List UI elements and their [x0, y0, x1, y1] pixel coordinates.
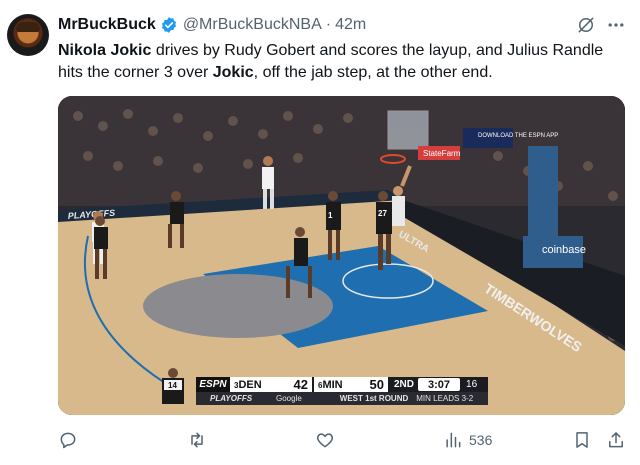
sponsor-label: Google	[276, 394, 302, 403]
tweet-text-bold-2: Jokic	[212, 64, 254, 81]
scorebug-top: ESPN 3DEN 42 6MIN 50 2ND 3:07 16	[196, 377, 488, 392]
views-count: 536	[469, 432, 493, 448]
reply-button[interactable]	[58, 428, 78, 452]
round-label: WEST 1st ROUND	[339, 394, 409, 403]
tweet-header: MrBuckBuck @MrBuckBuckNBA · 42m	[58, 14, 366, 36]
retweet-button[interactable]	[187, 428, 207, 452]
network-logo: ESPN	[196, 377, 230, 392]
share-button[interactable]	[606, 428, 626, 452]
away-team: 3DEN 42	[230, 377, 312, 392]
like-icon	[316, 433, 334, 448]
media-video[interactable]: PLAYOFFS ULTRA TIMBERWOLVES coinbase Sta…	[58, 96, 625, 415]
share-icon	[609, 432, 623, 448]
action-bar: 536	[0, 428, 640, 452]
user-handle[interactable]: @MrBuckBuckNBA	[183, 16, 322, 34]
views-button[interactable]: 536	[443, 428, 492, 452]
jersey-number-27: 27	[378, 209, 387, 218]
bookmark-icon	[576, 432, 588, 448]
away-team-name: 3DEN	[234, 379, 262, 391]
tweet-text: Nikola Jokic drives by Rudy Gobert and s…	[58, 40, 628, 84]
scorebug: ESPN 3DEN 42 6MIN 50 2ND 3:07 16 PLAYOFF…	[196, 377, 488, 405]
series-label: MIN LEADS 3-2	[416, 394, 474, 403]
basketball-court-image: PLAYOFFS ULTRA TIMBERWOLVES coinbase Sta…	[58, 96, 625, 415]
separator-dot: ·	[325, 16, 332, 33]
rail-ad-text: DOWNLOAD THE ESPN APP	[478, 133, 558, 139]
retweet-icon	[191, 432, 203, 448]
away-score: 42	[293, 377, 308, 392]
tweet-text-bold-1: Nikola Jokic	[58, 42, 152, 59]
shot-clock: 16	[466, 379, 478, 390]
reply-icon	[60, 432, 76, 449]
playoffs-label: PLAYOFFS	[210, 394, 253, 403]
display-name[interactable]: MrBuckBuck	[58, 16, 156, 34]
away-team-abbr: DEN	[238, 378, 262, 391]
scorebug-bottom: PLAYOFFS Google WEST 1st ROUND MIN LEADS…	[196, 392, 488, 405]
more-icon[interactable]	[606, 15, 626, 35]
game-clock: 3:07	[418, 378, 461, 391]
home-team-name: 6MIN	[318, 379, 343, 391]
sponsor-statefarm-text: StateFarm	[423, 149, 461, 158]
home-team-abbr: MIN	[322, 378, 343, 391]
views-icon	[446, 432, 461, 448]
like-button[interactable]	[315, 428, 335, 452]
period: 2ND	[394, 379, 415, 390]
tweet-text-part-4: , off the jab step, at the other end.	[253, 64, 493, 81]
grok-icon[interactable]	[576, 15, 596, 35]
sponsor-coinbase-text: coinbase	[542, 244, 586, 256]
home-team: 6MIN 50	[314, 377, 388, 392]
jersey-number-14: 14	[168, 381, 177, 390]
timestamp[interactable]: 42m	[335, 16, 366, 34]
jersey-number-1: 1	[328, 211, 333, 220]
home-score: 50	[369, 377, 384, 392]
verified-badge-icon	[161, 17, 176, 33]
bookmark-button[interactable]	[572, 428, 592, 452]
avatar[interactable]	[7, 14, 49, 56]
